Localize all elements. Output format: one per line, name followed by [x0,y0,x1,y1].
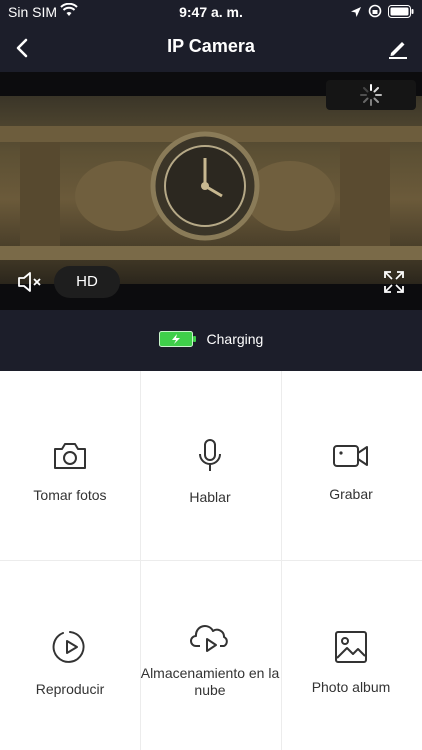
photo-album-button[interactable]: Photo album [281,630,421,696]
camera-icon [52,440,88,477]
microphone-icon [194,438,226,479]
status-bar: Sin SIM 9:47 a. m. [0,0,422,24]
cloud-storage-button[interactable]: Almacenamiento en la nube [140,620,280,699]
playback-label: Reproducir [35,681,105,697]
playback-button[interactable]: Reproducir [0,628,140,698]
edit-button[interactable] [386,36,410,60]
record-button[interactable]: Grabar [281,441,421,503]
record-label: Grabar [329,486,373,502]
battery-icon [388,4,414,21]
talk-button[interactable]: Hablar [140,438,280,506]
quality-toggle-button[interactable]: HD [54,266,120,298]
grid-divider [0,560,422,561]
mute-button[interactable] [16,266,44,303]
page-title: IP Camera [167,36,255,56]
take-photo-button[interactable]: Tomar fotos [0,440,140,504]
image-icon [334,630,368,669]
charging-battery-icon [158,331,197,350]
video-frame [0,96,422,284]
location-icon [350,5,362,21]
photo-album-label: Photo album [311,679,391,695]
navigation-bar: IP Camera [0,26,422,70]
cloud-play-icon [190,620,230,659]
cloud-storage-label: Almacenamiento en la nube [140,665,280,698]
charging-status: Charging [0,331,422,350]
talk-label: Hablar [189,489,231,505]
fullscreen-button[interactable] [380,266,408,303]
playback-icon [51,628,89,671]
video-camera-icon [332,441,370,476]
loading-indicator [326,80,416,110]
charging-label: Charging [206,331,264,348]
take-photo-label: Tomar fotos [33,487,107,503]
orientation-lock-icon [368,4,382,21]
